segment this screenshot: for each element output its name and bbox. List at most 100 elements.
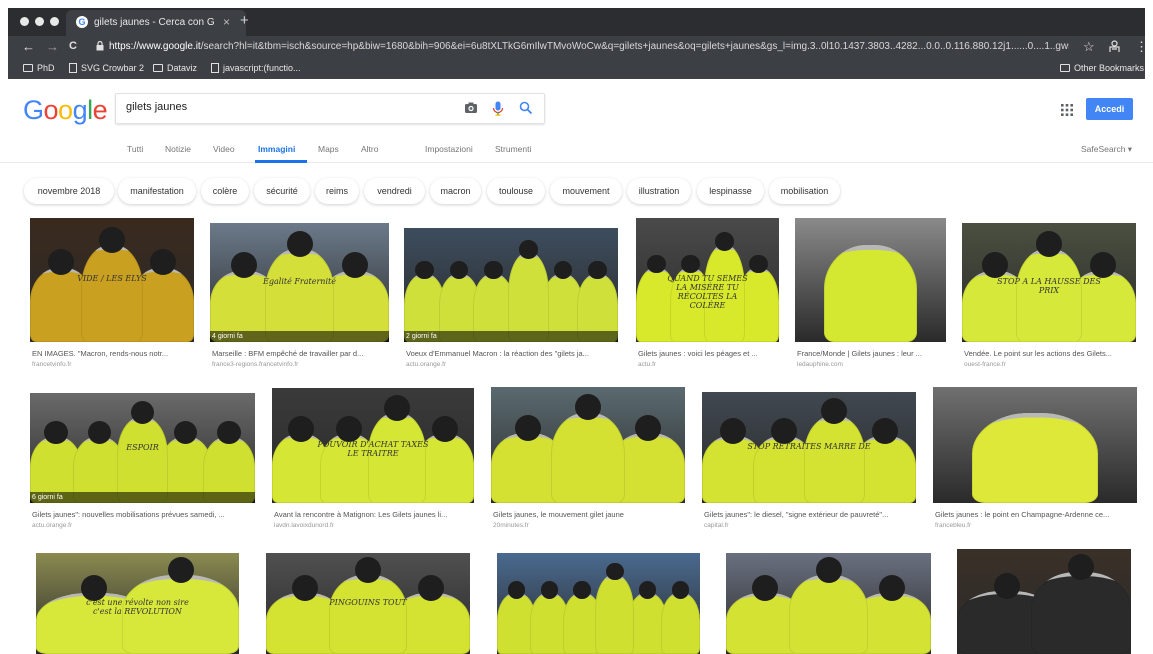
apps-grid-icon[interactable] [1061, 104, 1073, 116]
result-title[interactable]: Vendée. Le point sur les actions des Gil… [964, 349, 1148, 358]
image-result[interactable] [497, 553, 700, 654]
result-thumbnail[interactable]: 2 giorni fa [404, 228, 618, 342]
forward-button[interactable]: → [46, 39, 59, 54]
image-result[interactable]: VIDE / LES ÉLYS EN IMAGES. "Macron, rends… [30, 218, 194, 374]
google-logo[interactable]: Google [23, 95, 108, 126]
person-head [749, 254, 768, 274]
window-minimize-dot[interactable] [35, 17, 44, 26]
person-head [1067, 553, 1094, 580]
image-result[interactable]: STOP A LA HAUSSE DES PRIX Vendée. Le poin… [962, 223, 1136, 374]
image-result[interactable]: Gilets jaunes : le point en Champagne-Ar… [933, 387, 1137, 535]
person-head [99, 227, 125, 254]
search-input[interactable] [126, 101, 446, 113]
reload-button[interactable]: C [69, 40, 77, 52]
result-title[interactable]: Marseille : BFM empêché de travailler pa… [212, 349, 401, 358]
vest-figure [661, 593, 700, 654]
image-result[interactable]: Gilets jaunes, le mouvement gilet jaune 2… [491, 387, 685, 535]
result-thumbnail[interactable] [795, 218, 946, 342]
bookmarks-bar: PhD SVG Crowbar 2 Dataviz javascript:(fu… [8, 58, 1145, 79]
search-icon[interactable] [519, 101, 533, 115]
new-tab-button[interactable]: + [240, 12, 249, 29]
microphone-icon[interactable] [492, 101, 504, 117]
image-result[interactable]: c'est une révolte non sire c'est la REVO… [36, 553, 239, 654]
chip-manifestation[interactable]: manifestation [118, 178, 196, 204]
chip-colere[interactable]: colère [201, 178, 249, 204]
image-result[interactable]: QUAND TU SÈMES LA MISÈRE TU RÉCOLTES LA … [636, 218, 779, 374]
result-thumbnail[interactable]: STOP A LA HAUSSE DES PRIX [962, 223, 1136, 342]
camera-icon[interactable] [464, 101, 478, 115]
image-result[interactable] [726, 553, 931, 654]
result-thumbnail[interactable]: ESPOIR 6 giorni fa [30, 393, 255, 503]
tab-news[interactable]: Notizie [165, 144, 191, 154]
result-title[interactable]: EN IMAGES. "Macron, rends-nous notr... [32, 349, 206, 358]
result-thumbnail[interactable] [491, 387, 685, 503]
browser-tab[interactable]: G gilets jaunes - Cerca con Goog × [66, 10, 246, 36]
result-thumbnail[interactable] [933, 387, 1137, 503]
tab-all[interactable]: Tutti [127, 144, 143, 154]
vest-writing: STOP A LA HAUSSE DES PRIX [997, 276, 1101, 295]
result-thumbnail[interactable] [497, 553, 700, 654]
result-thumbnail[interactable] [957, 549, 1131, 654]
image-result[interactable]: STOP RETRAITES MARRE DE Gilets jaunes": l… [702, 392, 916, 535]
result-thumbnail[interactable]: STOP RETRAITES MARRE DE [702, 392, 916, 503]
extension-icon[interactable] [1108, 40, 1121, 53]
tab-images[interactable]: Immagini [258, 144, 295, 154]
result-thumbnail[interactable]: PINGOUINS TOUT [266, 553, 470, 654]
result-title[interactable]: Gilets jaunes, le mouvement gilet jaune [493, 510, 697, 519]
chip-securite[interactable]: sécurité [254, 178, 310, 204]
bookmark-svg-crowbar[interactable]: SVG Crowbar 2 [69, 63, 144, 73]
image-result[interactable]: ESPOIR 6 giorni fa Gilets jaunes": nouvell… [30, 393, 255, 535]
image-result[interactable] [957, 549, 1131, 654]
bookmark-phd[interactable]: PhD [23, 63, 55, 73]
result-thumbnail[interactable]: c'est une révolte non sire c'est la REVO… [36, 553, 239, 654]
person-head [341, 252, 368, 279]
chip-reims[interactable]: reims [315, 178, 359, 204]
back-button[interactable]: ← [22, 39, 35, 54]
window-zoom-dot[interactable] [50, 17, 59, 26]
bookmark-dataviz[interactable]: Dataviz [153, 63, 197, 73]
browser-menu-icon[interactable]: ⋮ [1135, 39, 1148, 55]
image-result[interactable]: France/Monde | Gilets jaunes : leur ... l… [795, 218, 946, 374]
chip-mobilisation[interactable]: mobilisation [769, 178, 840, 204]
image-result[interactable]: PINGOUINS TOUT [266, 553, 470, 654]
chip-macron[interactable]: macron [430, 178, 481, 204]
tab-more[interactable]: Altro [361, 144, 378, 154]
image-result[interactable]: POUVOIR D'ACHAT TAXES LE TRAITRE Avant la… [272, 388, 474, 535]
result-title[interactable]: France/Monde | Gilets jaunes : leur ... [797, 349, 958, 358]
chip-mouvement[interactable]: mouvement [550, 178, 622, 204]
result-title[interactable]: Gilets jaunes": nouvelles mobilisations … [32, 510, 267, 519]
chip-illustration[interactable]: illustration [627, 178, 691, 204]
result-title[interactable]: Avant la rencontre à Matignon: Les Gilet… [274, 510, 486, 519]
logo-letter: o [43, 95, 59, 125]
safesearch-dropdown[interactable]: SafeSearch ▾ [1081, 144, 1132, 155]
result-title[interactable]: Voeux d'Emmanuel Macron : la réaction de… [406, 349, 630, 358]
result-title[interactable]: Gilets jaunes : voici les péages et ... [638, 349, 791, 358]
bookmark-javascript[interactable]: javascript:(functio... [211, 63, 301, 73]
bookmark-star-icon[interactable]: ☆ [1083, 39, 1095, 55]
result-thumbnail[interactable]: VIDE / LES ÉLYS [30, 218, 194, 342]
chip-novembre-2018[interactable]: novembre 2018 [24, 178, 114, 204]
settings-link[interactable]: Impostazioni [425, 144, 473, 154]
tab-close-icon[interactable]: × [223, 15, 230, 29]
person-head [1089, 252, 1116, 279]
result-title[interactable]: Gilets jaunes": le diesel, "signe extéri… [704, 510, 928, 519]
image-result[interactable]: Égalité Fraternité 4 giorni fa Marseille :… [210, 223, 389, 374]
tools-link[interactable]: Strumenti [495, 144, 531, 154]
folder-icon [153, 64, 163, 72]
chip-toulouse[interactable]: toulouse [487, 178, 545, 204]
result-thumbnail[interactable]: QUAND TU SÈMES LA MISÈRE TU RÉCOLTES LA … [636, 218, 779, 342]
result-thumbnail[interactable]: Égalité Fraternité 4 giorni fa [210, 223, 389, 342]
other-bookmarks[interactable]: Other Bookmarks [1060, 63, 1144, 73]
result-thumbnail[interactable]: POUVOIR D'ACHAT TAXES LE TRAITRE [272, 388, 474, 503]
login-button[interactable]: Accedi [1086, 98, 1133, 120]
result-thumbnail[interactable] [726, 553, 931, 654]
url-field[interactable]: https://www.google.it/search?hl=it&tbm=i… [109, 41, 1069, 52]
tab-maps[interactable]: Maps [318, 144, 339, 154]
chip-vendredi[interactable]: vendredi [364, 178, 425, 204]
vest-figure [328, 575, 408, 654]
tab-video[interactable]: Video [213, 144, 235, 154]
chip-lespinasse[interactable]: lespinasse [697, 178, 764, 204]
window-close-dot[interactable] [20, 17, 29, 26]
image-result[interactable]: 2 giorni fa Voeux d'Emmanuel Macron : la … [404, 228, 618, 374]
result-title[interactable]: Gilets jaunes : le point en Champagne-Ar… [935, 510, 1149, 519]
